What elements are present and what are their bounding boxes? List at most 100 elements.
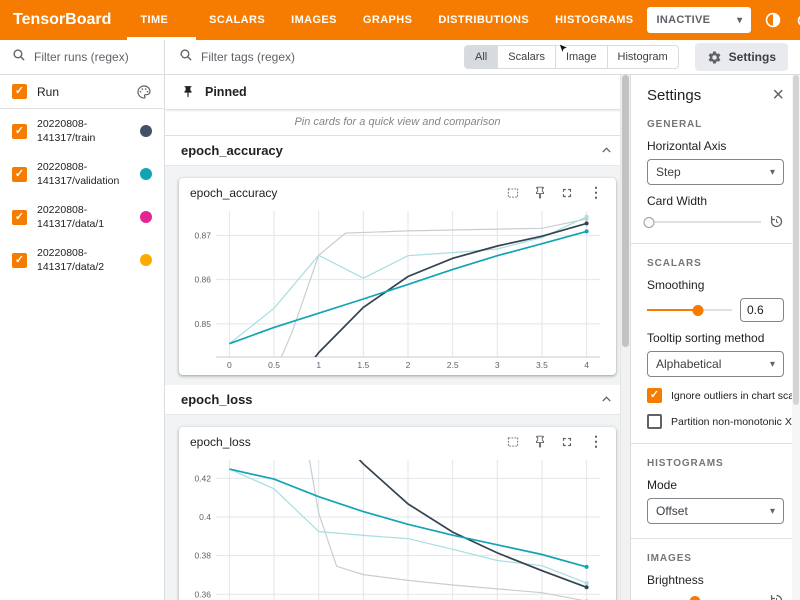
partition-x-axis-checkbox[interactable] — [647, 414, 662, 429]
svg-text:1.5: 1.5 — [357, 360, 369, 370]
runs-sidebar: Run 20220808-141317/train 20220808-14131… — [0, 75, 165, 600]
tab-histograms[interactable]: HISTOGRAMS — [542, 0, 646, 40]
run-row-data-1[interactable]: 20220808-141317/data/1 — [0, 195, 164, 238]
main-content: Pinned Pin cards for a quick view and co… — [165, 75, 630, 600]
section-header-epoch-accuracy[interactable]: epoch_accuracy — [165, 136, 630, 166]
run-color-dot[interactable] — [140, 125, 152, 137]
brightness-slider[interactable] — [647, 594, 761, 600]
settings-scrollbar[interactable] — [792, 75, 800, 600]
svg-text:1: 1 — [316, 360, 321, 370]
svg-text:2.5: 2.5 — [447, 360, 459, 370]
reload-status-value: INACTIVE — [657, 14, 711, 26]
run-row-data-2[interactable]: 20220808-141317/data/2 — [0, 238, 164, 281]
fit-domain-icon[interactable] — [506, 186, 520, 200]
run-checkbox[interactable] — [12, 210, 27, 225]
svg-text:3: 3 — [495, 360, 500, 370]
more-options-icon[interactable]: ⋮ — [587, 184, 605, 201]
epoch-loss-chart[interactable]: 00.511.522.533.540.360.380.40.42 — [182, 452, 612, 600]
tab-graphs[interactable]: GRAPHS — [350, 0, 425, 40]
tab-time-series[interactable]: TIME SERIES — [127, 0, 196, 40]
svg-text:0.38: 0.38 — [194, 551, 211, 561]
card-title: epoch_accuracy — [190, 186, 277, 200]
main-scrollbar[interactable] — [620, 75, 630, 600]
run-checkbox[interactable] — [12, 253, 27, 268]
tooltip-sorting-label: Tooltip sorting method — [647, 331, 784, 345]
general-heading: GENERAL — [647, 119, 784, 130]
run-row-train[interactable]: 20220808-141317/train — [0, 109, 164, 152]
section-header-epoch-loss[interactable]: epoch_loss — [165, 385, 630, 415]
tab-images[interactable]: IMAGES — [278, 0, 350, 40]
palette-icon[interactable] — [136, 84, 152, 100]
filter-runs-input[interactable] — [34, 50, 152, 64]
epoch-loss-card: epoch_loss ⋮ 00.511.522.533.540.360.380.… — [179, 427, 616, 600]
filter-tags-input[interactable] — [201, 50, 450, 64]
run-color-dot[interactable] — [140, 211, 152, 223]
fit-domain-icon[interactable] — [506, 435, 520, 449]
settings-button-label: Settings — [729, 50, 776, 64]
filter-image-button[interactable]: Image — [555, 45, 608, 69]
smoothing-label: Smoothing — [647, 278, 784, 292]
tab-scalars[interactable]: SCALARS — [196, 0, 278, 40]
slider-thumb[interactable] — [644, 217, 655, 228]
filter-scalars-button[interactable]: Scalars — [497, 45, 556, 69]
run-color-dot[interactable] — [140, 168, 152, 180]
refresh-icon[interactable] — [795, 12, 800, 29]
gear-icon — [707, 50, 722, 65]
slider-thumb[interactable] — [693, 305, 704, 316]
smoothing-input[interactable] — [740, 298, 784, 322]
horizontal-axis-value: Step — [656, 165, 681, 179]
tab-distributions[interactable]: DISTRIBUTIONS — [425, 0, 542, 40]
svg-text:3.5: 3.5 — [536, 360, 548, 370]
chevron-up-icon[interactable] — [599, 143, 614, 158]
tooltip-sorting-select[interactable]: Alphabetical ▾ — [647, 351, 784, 377]
histogram-mode-value: Offset — [656, 504, 688, 518]
card-header: epoch_loss ⋮ — [182, 433, 613, 452]
theme-toggle-icon[interactable] — [764, 11, 782, 29]
top-nav-tabs: TIME SERIES SCALARS IMAGES GRAPHS DISTRI… — [127, 0, 646, 40]
scalars-heading: SCALARS — [647, 258, 784, 269]
histogram-mode-label: Mode — [647, 478, 784, 492]
filter-histogram-button[interactable]: Histogram — [607, 45, 679, 69]
svg-text:4: 4 — [584, 360, 589, 370]
close-icon[interactable]: × — [772, 85, 784, 105]
ignore-outliers-checkbox[interactable] — [647, 388, 662, 403]
app-logo: TensorBoard — [0, 11, 127, 29]
smoothing-slider[interactable] — [647, 303, 732, 317]
slider-thumb[interactable] — [689, 596, 700, 600]
card-width-slider[interactable] — [647, 215, 761, 229]
chevron-up-icon[interactable] — [599, 392, 614, 407]
reset-icon[interactable] — [769, 593, 784, 600]
pin-outline-icon[interactable] — [533, 186, 547, 200]
svg-text:0.85: 0.85 — [194, 319, 211, 329]
svg-text:0.5: 0.5 — [268, 360, 280, 370]
fullscreen-icon[interactable] — [560, 186, 574, 200]
header-actions: INACTIVE ▾ ? — [647, 7, 800, 33]
epoch-accuracy-chart[interactable]: 00.511.522.533.540.850.860.87 — [182, 203, 612, 373]
reset-icon[interactable] — [769, 214, 784, 229]
fullscreen-icon[interactable] — [560, 435, 574, 449]
select-all-runs-checkbox[interactable] — [12, 84, 27, 99]
svg-text:0.36: 0.36 — [194, 589, 211, 599]
horizontal-axis-select[interactable]: Step ▾ — [647, 159, 784, 185]
epoch-accuracy-card: epoch_accuracy ⋮ 00.511.522.533.540.850.… — [179, 178, 616, 375]
run-row-validation[interactable]: 20220808-141317/validation — [0, 152, 164, 195]
filter-all-button[interactable]: All — [464, 45, 498, 69]
settings-button[interactable]: Settings — [695, 43, 788, 71]
pin-outline-icon[interactable] — [533, 435, 547, 449]
card-actions: ⋮ — [506, 184, 605, 201]
run-name: 20220808-141317/data/2 — [37, 246, 129, 274]
runs-header-label: Run — [37, 85, 126, 99]
run-checkbox[interactable] — [12, 124, 27, 139]
more-options-icon[interactable]: ⋮ — [587, 433, 605, 450]
run-name: 20220808-141317/data/1 — [37, 203, 129, 231]
run-color-dot[interactable] — [140, 254, 152, 266]
section-body-epoch-loss: epoch_loss ⋮ 00.511.522.533.540.360.380.… — [165, 415, 630, 600]
scrollbar-thumb[interactable] — [622, 75, 629, 347]
brightness-label: Brightness — [647, 573, 784, 587]
run-checkbox[interactable] — [12, 167, 27, 182]
section-title: epoch_accuracy — [181, 143, 283, 158]
divider — [631, 443, 800, 444]
scrollbar-thumb[interactable] — [793, 75, 799, 405]
reload-status-dropdown[interactable]: INACTIVE ▾ — [647, 7, 751, 33]
histogram-mode-select[interactable]: Offset ▾ — [647, 498, 784, 524]
